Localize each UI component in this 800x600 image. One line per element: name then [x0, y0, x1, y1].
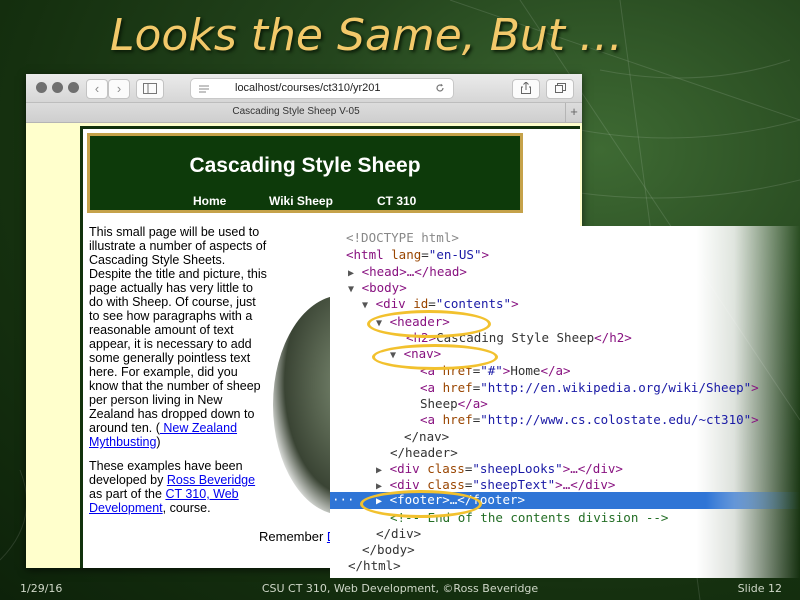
tab-active[interactable]: Cascading Style Sheep V-05: [26, 106, 566, 117]
highlight-circle-header: [367, 310, 491, 338]
chevron-right-icon: ›: [116, 81, 122, 96]
dom-div-close: </div>: [376, 526, 422, 541]
dom-body[interactable]: ▼ <body>: [348, 280, 407, 296]
collapse-triangle-icon[interactable]: ▼: [348, 284, 354, 295]
nav-link-home[interactable]: Home: [193, 194, 226, 208]
dom-head[interactable]: ▶ <head>…</head>: [348, 264, 467, 280]
chevron-left-icon: ‹: [94, 81, 100, 96]
back-button[interactable]: ‹: [86, 79, 108, 99]
sidebar-icon: [143, 83, 157, 94]
expand-triangle-icon[interactable]: ▶: [376, 465, 382, 476]
dom-html-close: </html>: [348, 558, 401, 573]
highlight-circle-footer: [360, 490, 482, 518]
dom-header-close: </header>: [390, 445, 458, 460]
zoom-window-button[interactable]: [68, 82, 79, 93]
tab-bar: Cascading Style Sheep V-05 +: [26, 103, 582, 123]
reader-icon: [199, 85, 209, 93]
dom-a-ct310[interactable]: <a href="http://www.cs.colostate.edu/~ct…: [420, 412, 759, 428]
more-icon[interactable]: ···: [332, 492, 355, 508]
dom-html[interactable]: <html lang="en-US">: [346, 247, 489, 263]
site-title: Cascading Style Sheep: [189, 154, 421, 177]
dom-a-sheep-text: Sheep</a>: [420, 396, 488, 411]
dom-nav-close: </nav>: [404, 429, 450, 444]
new-tab-button[interactable]: +: [565, 103, 582, 122]
share-button[interactable]: [512, 79, 540, 99]
close-window-button[interactable]: [36, 82, 47, 93]
site-header: Cascading Style Sheep Home Wiki Sheep CT…: [87, 133, 523, 213]
author-link[interactable]: Ross Beveridge: [167, 473, 255, 487]
expand-triangle-icon[interactable]: ▶: [376, 481, 382, 492]
dom-a-sheep[interactable]: <a href="http://en.wikipedia.org/wiki/Sh…: [420, 380, 759, 396]
nav-link-wiki-sheep[interactable]: Wiki Sheep: [269, 194, 333, 208]
slide-title: Looks the Same, But …: [110, 10, 624, 61]
paragraph-intro: This small page will be used to illustra…: [89, 225, 267, 449]
dom-doctype: <!DOCTYPE html>: [346, 230, 459, 245]
slide-number: Slide 12: [737, 582, 782, 595]
sidebar-button[interactable]: [136, 79, 164, 99]
share-icon: [521, 81, 531, 94]
nav-link-ct310[interactable]: CT 310: [377, 194, 416, 208]
collapse-triangle-icon[interactable]: ▼: [362, 300, 368, 311]
browser-toolbar: ‹ › localhost/courses/ct310/yr201: [26, 74, 582, 103]
url-text: localhost/courses/ct310/yr201: [235, 82, 381, 94]
dom-body-close: </body>: [362, 542, 415, 557]
dom-div-sheeplooks[interactable]: ▶ <div class="sheepLooks">…</div>: [376, 461, 623, 477]
paragraph-credits: These examples have been developed by Ro…: [89, 459, 256, 515]
tabs-button[interactable]: [546, 79, 574, 99]
tabs-icon: [554, 83, 566, 93]
reload-icon[interactable]: [435, 83, 445, 93]
slide-footer: 1/29/16 CSU CT 310, Web Development, ©Ro…: [0, 578, 800, 600]
highlight-circle-nav: [372, 344, 498, 370]
expand-triangle-icon[interactable]: ▶: [348, 268, 354, 279]
devtools-elements-panel: <!DOCTYPE html> <html lang="en-US"> ▶ <h…: [330, 226, 800, 578]
minimize-window-button[interactable]: [52, 82, 63, 93]
forward-button[interactable]: ›: [108, 79, 130, 99]
address-bar[interactable]: localhost/courses/ct310/yr201: [190, 78, 454, 99]
slide-course: CSU CT 310, Web Development, ©Ross Bever…: [261, 582, 539, 595]
body-text: This small page will be used to illustra…: [89, 225, 267, 525]
remember-text: Remember D: [259, 529, 336, 544]
